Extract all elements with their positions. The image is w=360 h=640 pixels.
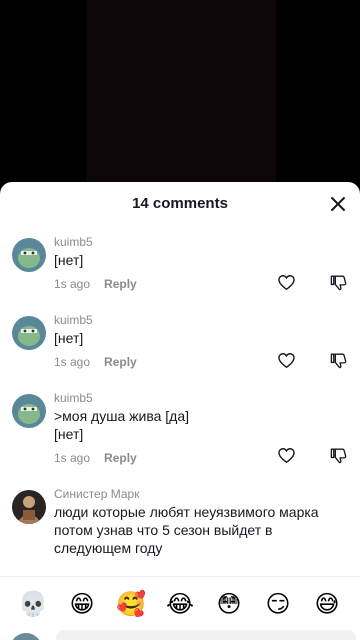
comment-username[interactable]: kuimb5 bbox=[54, 390, 290, 406]
avatar[interactable] bbox=[12, 316, 46, 350]
avatar-image bbox=[12, 394, 46, 428]
comment-item: kuimb5 [нет] 1s ago Reply bbox=[0, 312, 360, 384]
emoji-grin[interactable]: 😁 bbox=[67, 591, 97, 619]
comment-username[interactable]: kuimb5 bbox=[54, 234, 290, 250]
comment-text: [нет] bbox=[54, 330, 84, 346]
video-frame bbox=[86, 0, 276, 200]
dislike-icon[interactable] bbox=[329, 273, 348, 292]
video-area[interactable] bbox=[0, 0, 360, 200]
comments-count-title: 14 comments bbox=[132, 195, 228, 212]
avatar-image bbox=[12, 238, 46, 272]
comment-meta: 1s ago Reply bbox=[54, 276, 290, 292]
dislike-icon[interactable] bbox=[329, 351, 348, 370]
comment-text-line: >моя душа жива [да] bbox=[54, 408, 190, 424]
reply-button[interactable]: Reply bbox=[104, 355, 137, 369]
emoji-tears-of-joy[interactable]: 😂 bbox=[165, 591, 195, 619]
comment-item: kuimb5 >моя душа жива [да] [нет] 1s ago R… bbox=[0, 390, 360, 474]
heart-icon[interactable] bbox=[277, 351, 296, 370]
comment-meta: 1s ago Reply bbox=[54, 450, 290, 466]
comment-time: 1s ago bbox=[54, 451, 91, 465]
close-icon[interactable] bbox=[326, 192, 350, 216]
reply-button[interactable]: Reply bbox=[104, 277, 137, 291]
emoji-smiling-hearts[interactable]: 🥰 bbox=[116, 591, 146, 619]
avatar-image bbox=[12, 316, 46, 350]
avatar-image bbox=[12, 490, 46, 524]
heart-icon[interactable] bbox=[277, 273, 296, 292]
comment-username[interactable]: kuimb5 bbox=[54, 312, 290, 328]
emoji-flushed[interactable]: 😳 bbox=[214, 591, 244, 619]
comment-username[interactable]: Синистер Марк bbox=[54, 486, 340, 502]
comment-text-line: [нет] bbox=[54, 426, 84, 442]
avatar[interactable] bbox=[12, 394, 46, 428]
emoji-skull[interactable]: 💀 bbox=[18, 591, 48, 619]
emoji-smirk[interactable]: 😏 bbox=[263, 591, 293, 619]
comment-time: 1s ago bbox=[54, 277, 91, 291]
dislike-icon[interactable] bbox=[329, 446, 348, 465]
comment-item: kuimb5 [нет] 1s ago Reply bbox=[0, 234, 360, 306]
comment-text-line: люди которые любят неуязвимого марка bbox=[54, 504, 319, 520]
avatar[interactable] bbox=[12, 238, 46, 272]
comment-input[interactable] bbox=[56, 630, 356, 640]
heart-icon[interactable] bbox=[277, 446, 296, 465]
sheet-header: 14 comments bbox=[0, 182, 360, 226]
reply-button[interactable]: Reply bbox=[104, 451, 137, 465]
comment-text: [нет] bbox=[54, 252, 84, 268]
comment-time: 1s ago bbox=[54, 355, 91, 369]
emoji-sweat-smile[interactable]: 😅 bbox=[312, 591, 342, 619]
comment-item: Синистер Марк люди которые любят неуязви… bbox=[0, 486, 360, 566]
comment-text-line: потом узнав что 5 сезон выйдет в bbox=[54, 522, 273, 538]
comment-meta: 1s ago Reply bbox=[54, 354, 290, 370]
comment-text-line: следующем году bbox=[54, 540, 163, 556]
avatar[interactable] bbox=[12, 490, 46, 524]
